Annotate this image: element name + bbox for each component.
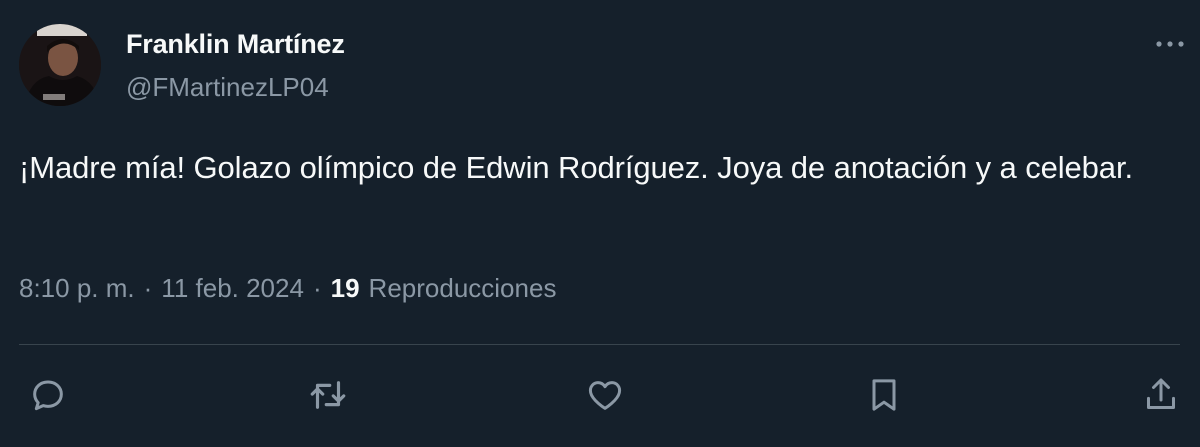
heart-icon <box>588 381 622 410</box>
meta-separator: · <box>143 273 153 303</box>
retweet-button[interactable] <box>306 373 350 417</box>
like-button[interactable] <box>583 373 627 417</box>
meta-separator: · <box>312 273 322 303</box>
avatar[interactable] <box>19 24 101 106</box>
bookmark-button[interactable] <box>862 373 906 417</box>
avatar-photo <box>19 24 101 106</box>
share-icon <box>1147 378 1175 409</box>
tweet-date[interactable]: 11 feb. 2024 <box>161 273 304 304</box>
tweet-metadata: 8:10 p. m. · 11 feb. 2024 · 19 Reproducc… <box>19 273 556 304</box>
reply-button[interactable] <box>26 373 70 417</box>
retweet-icon <box>310 381 346 409</box>
author-handle[interactable]: @FMartinezLP04 <box>126 72 329 103</box>
tweet-time[interactable]: 8:10 p. m. <box>19 273 135 304</box>
more-horizontal-icon <box>1156 41 1184 47</box>
author-name[interactable]: Franklin Martínez <box>126 29 345 60</box>
tweet-text: ¡Madre mía! Golazo olímpico de Edwin Rod… <box>19 150 1133 185</box>
divider <box>19 344 1180 345</box>
more-button[interactable] <box>1152 30 1188 58</box>
share-button[interactable] <box>1139 373 1183 417</box>
views-label[interactable]: Reproducciones <box>369 273 557 304</box>
reply-icon <box>33 380 63 411</box>
bookmark-icon <box>872 379 896 411</box>
tweet-card: Franklin Martínez @FMartinezLP04 ¡Madre … <box>0 0 1200 447</box>
views-count[interactable]: 19 <box>331 273 360 304</box>
